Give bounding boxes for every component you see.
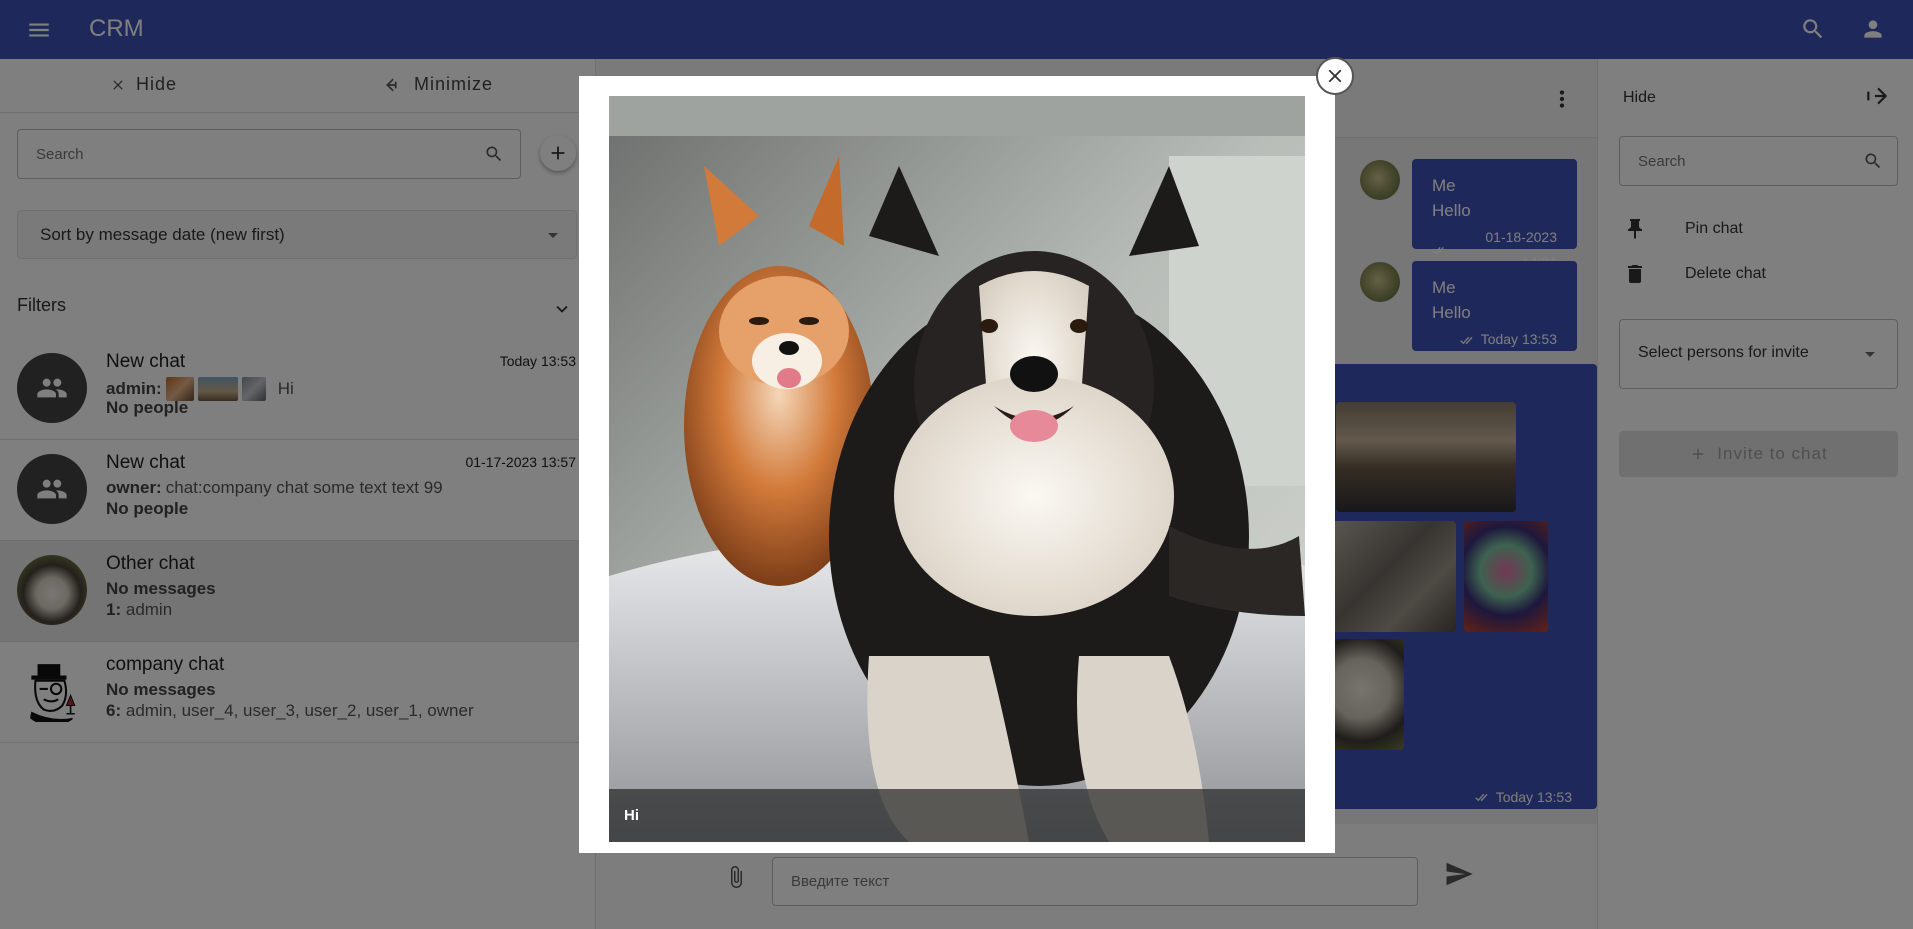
close-modal-button[interactable] [1316, 57, 1354, 95]
close-icon [1328, 69, 1342, 83]
image-caption-bar: Hi [609, 789, 1305, 842]
image-caption: Hi [624, 807, 639, 824]
image-viewer-modal: Hi [579, 76, 1335, 853]
viewer-photo: Hi [609, 96, 1305, 842]
fox-and-dog-image [609, 96, 1305, 842]
